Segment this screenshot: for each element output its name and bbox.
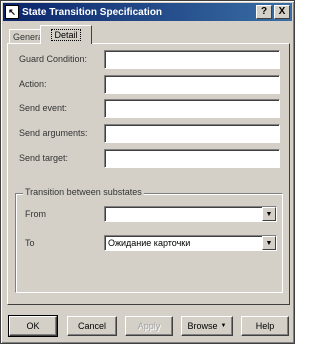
send-target-field[interactable] [104, 149, 280, 168]
apply-button[interactable]: Apply [125, 316, 173, 336]
to-select[interactable]: Ожидание карточки ▼ [104, 235, 277, 251]
browse-button[interactable]: Browse ▼ [181, 316, 233, 336]
help-dialog-button[interactable]: Help [241, 316, 289, 336]
title-bar[interactable]: ↖ State Transition Specification ? X [3, 3, 292, 21]
substates-legend: Transition between substates [23, 187, 144, 197]
send-event-field[interactable] [104, 99, 280, 118]
apply-button-label: Apply [137, 321, 161, 331]
pointer-icon: ↖ [5, 5, 19, 19]
to-label: To [25, 238, 35, 248]
send-target-label: Send target: [19, 153, 69, 163]
send-arguments-label: Send arguments: [19, 128, 88, 138]
guard-condition-field[interactable] [104, 50, 280, 69]
guard-condition-label: Guard Condition: [19, 54, 88, 64]
from-label: From [25, 209, 46, 219]
browse-button-label: Browse [187, 321, 218, 331]
ok-button[interactable]: OK [8, 315, 58, 337]
help-button[interactable]: ? [256, 5, 272, 19]
cancel-button-label: Cancel [77, 321, 106, 331]
state-transition-dialog: ↖ State Transition Specification ? X Gen… [0, 0, 295, 344]
tab-detail[interactable]: Detail [40, 25, 92, 44]
from-select[interactable]: ▼ [104, 206, 277, 222]
action-field[interactable] [104, 75, 280, 94]
action-label: Action: [19, 79, 47, 89]
send-arguments-field[interactable] [104, 124, 280, 143]
triangle-down-icon: ▼ [220, 323, 227, 329]
cancel-button[interactable]: Cancel [67, 316, 117, 336]
send-event-label: Send event: [19, 103, 68, 113]
help-button-label: Help [255, 321, 275, 331]
close-button[interactable]: X [274, 5, 290, 19]
chevron-down-icon[interactable]: ▼ [262, 236, 276, 250]
tab-detail-label: Detail [51, 29, 81, 41]
window-title: State Transition Specification [22, 6, 163, 18]
chevron-down-icon[interactable]: ▼ [262, 207, 276, 221]
to-select-value: Ожидание карточки [108, 238, 191, 248]
ok-button-label: OK [26, 321, 40, 331]
